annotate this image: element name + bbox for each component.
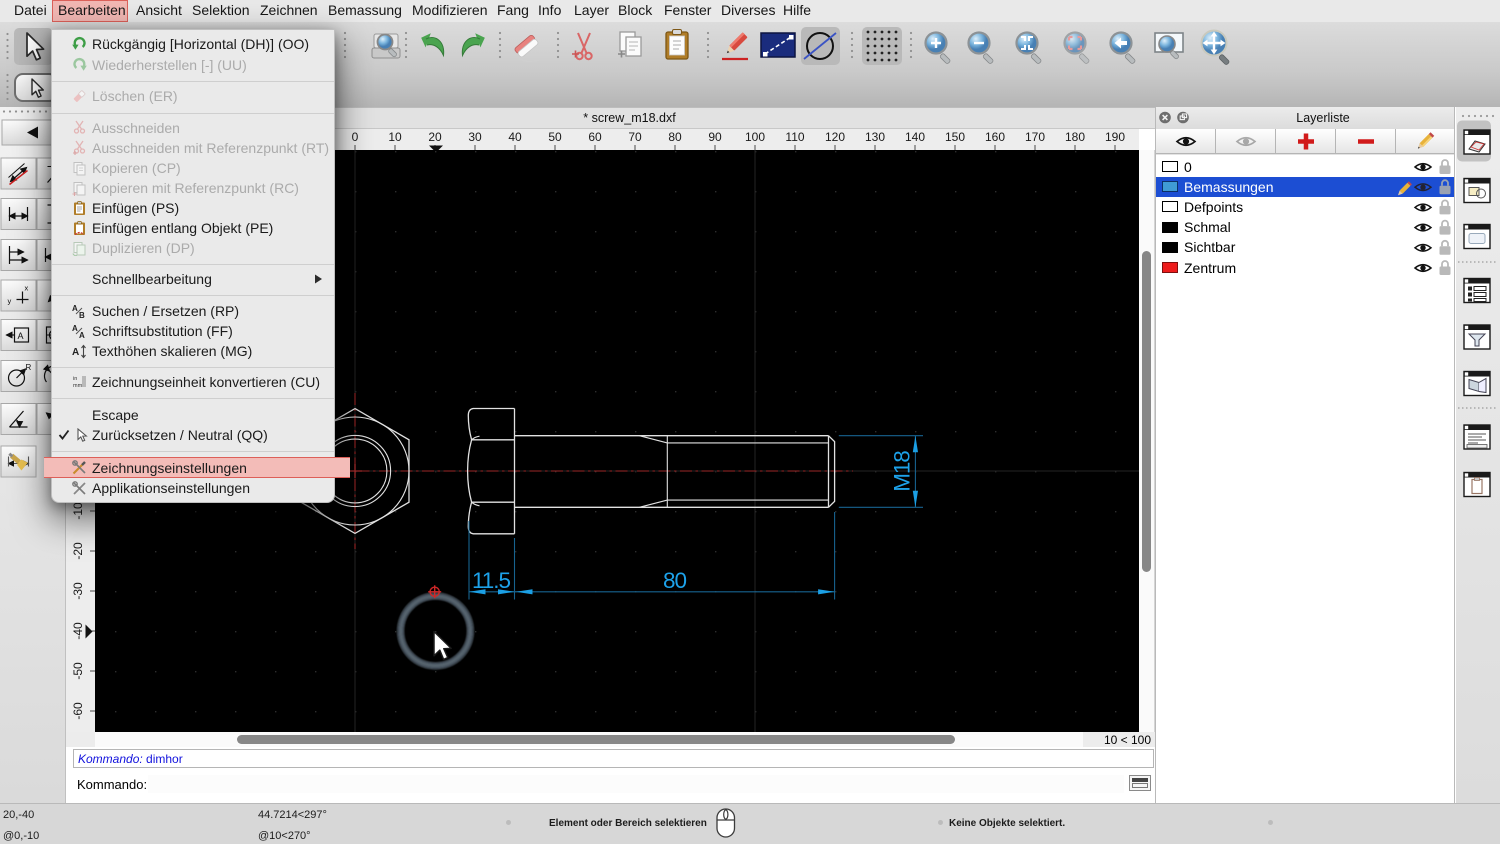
svg-text:160: 160 [985,130,1005,144]
svg-text:80: 80 [663,568,687,593]
svg-text:Layerliste: Layerliste [1296,111,1350,125]
svg-text:0: 0 [352,130,359,144]
svg-text:30: 30 [468,130,482,144]
svg-text:20: 20 [428,130,442,144]
svg-text:R: R [26,363,32,372]
svg-text:x: x [25,284,29,293]
svg-text:M18: M18 [890,450,915,492]
svg-text:190: 190 [1105,130,1125,144]
svg-text:mm: mm [73,383,83,389]
svg-text:170: 170 [1025,130,1045,144]
svg-text:y: y [8,297,12,306]
svg-text:10: 10 [388,130,402,144]
svg-text:-60: -60 [71,702,85,720]
svg-text:120: 120 [825,130,845,144]
svg-text:-10: -10 [71,502,85,520]
svg-text:70: 70 [628,130,642,144]
svg-text:A: A [79,331,85,339]
svg-text:90: 90 [708,130,722,144]
svg-text:100: 100 [745,130,765,144]
svg-text:40: 40 [508,130,522,144]
svg-text:80: 80 [668,130,682,144]
svg-text:A: A [72,347,79,358]
svg-text:-50: -50 [71,662,85,680]
svg-text:11.5: 11.5 [472,568,511,593]
svg-text:180: 180 [1065,130,1085,144]
svg-text:-20: -20 [71,542,85,560]
svg-text:110: 110 [785,130,804,144]
svg-text:B: B [79,311,85,319]
svg-text:140: 140 [905,130,925,144]
svg-text:A: A [72,324,78,333]
svg-text:-40: -40 [71,622,85,640]
svg-text:150: 150 [945,130,965,144]
svg-text:A: A [72,304,78,313]
svg-text:-30: -30 [71,582,85,600]
svg-text:60: 60 [588,130,602,144]
svg-text:130: 130 [865,130,885,144]
svg-text:in: in [73,376,77,382]
svg-text:50: 50 [548,130,562,144]
svg-text:A: A [18,331,24,341]
